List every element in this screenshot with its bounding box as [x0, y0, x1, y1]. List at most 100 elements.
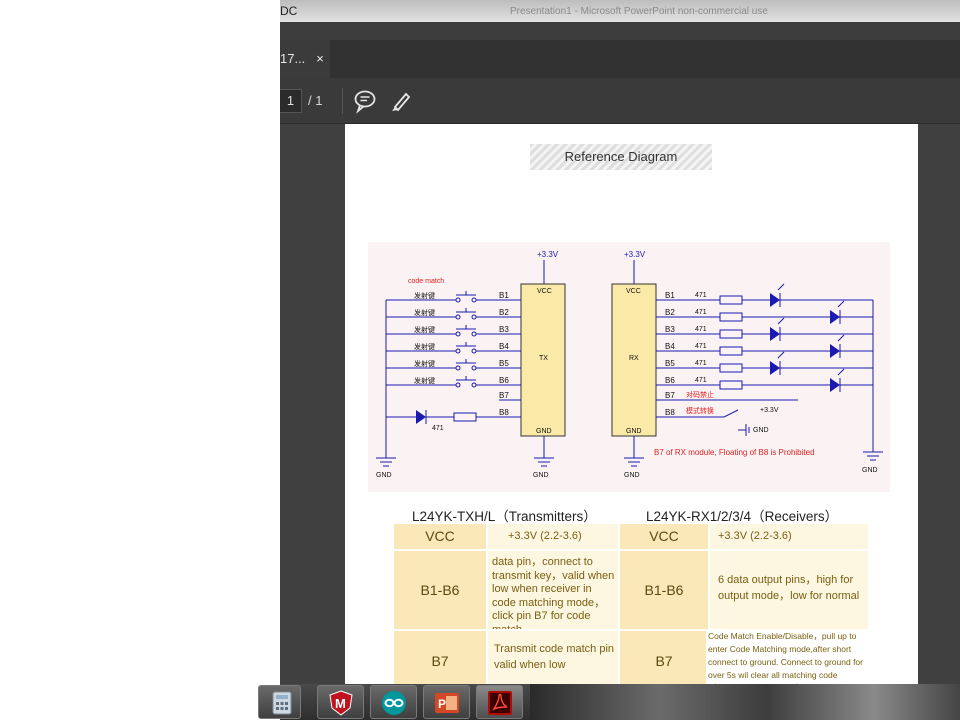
rx-output-row: B6 471	[656, 368, 873, 392]
toolbar-divider	[342, 88, 343, 114]
tx-key-b7: B7	[394, 631, 486, 684]
rx-ground: GND	[624, 472, 640, 479]
mcafee-taskbar-button[interactable]: M	[317, 685, 364, 719]
switch-contact-icon	[471, 314, 477, 320]
rx-pin-b8: B8	[665, 408, 675, 417]
rx-chip-label: RX	[629, 355, 639, 362]
windows-taskbar: M P	[258, 684, 960, 720]
page-total: / 1	[308, 93, 323, 108]
tx-pin-label: B2	[499, 308, 509, 317]
rx-key-vcc: VCC	[620, 524, 708, 549]
resistor-icon	[719, 329, 743, 339]
resistor-icon	[719, 363, 743, 373]
switch-ground: GND	[753, 427, 769, 434]
acrobat-icon	[488, 691, 512, 715]
switch-contact-icon	[471, 382, 477, 388]
rx-output-row: B2 471	[656, 300, 873, 324]
tx-vcc-supply: +3.3V	[537, 250, 559, 259]
tx-chip-label: TX	[539, 355, 548, 362]
tx-key-label: 发射键	[414, 376, 435, 385]
page-number-input[interactable]: 1	[280, 89, 302, 113]
rx-pin-b7: B7	[665, 391, 675, 400]
rx-right-ground: GND	[862, 467, 878, 474]
pdf-page: Reference Diagram +3.3V VCC TX GND GND c…	[345, 124, 918, 684]
tab-bar: 17... ×	[280, 40, 960, 78]
reference-diagram-label: Reference Diagram	[530, 144, 712, 170]
tx-pin-label: B6	[499, 376, 509, 385]
tx-key-label: 发射键	[414, 308, 435, 317]
tx-key-row: 发射键 B3	[386, 325, 521, 337]
tx-key-row: 发射键 B2	[386, 308, 521, 320]
tx-val-b1b6: data pin，connect to transmit key，valid w…	[488, 551, 618, 629]
tx-key-switches: 发射键 B1 发射键 B2 发射键 B3 发射键 B4 发射键 B5 发射键 B6	[385, 291, 521, 388]
led-icon	[830, 344, 840, 358]
rx-b8-note: 模式转换	[686, 406, 714, 415]
tx-key-label: 发射键	[414, 291, 435, 300]
led-icon	[770, 361, 780, 375]
tx-pin-label: B5	[499, 359, 509, 368]
document-tab[interactable]: 17... ×	[280, 40, 330, 78]
rx-resistor-label: 471	[695, 343, 707, 350]
desktop-background	[530, 684, 960, 720]
switch-contact-icon	[471, 331, 477, 337]
rx-vcc-supply: +3.3V	[624, 250, 646, 259]
mode-switch-icon	[723, 409, 739, 418]
rx-led-outputs: B1 471 B2 471 B3 471 B4 471 B5 471 B6 471	[656, 283, 873, 392]
switch-contact-icon	[455, 348, 461, 354]
code-match-annotation: code match	[408, 278, 444, 285]
rx-resistor-label: 471	[695, 326, 707, 333]
switch-contact-icon	[455, 331, 461, 337]
switch-contact-icon	[455, 297, 461, 303]
tx-key-row: 发射键 B5	[386, 359, 521, 371]
powerpoint-taskbar-button[interactable]: P	[423, 685, 470, 719]
rx-val-vcc: +3.3V (2.2-3.6)	[710, 524, 868, 549]
document-tab-label: 17...	[280, 51, 306, 66]
tx-left-ground: GND	[376, 472, 392, 479]
tx-key-row: 发射键 B4	[386, 342, 521, 354]
rx-pin-label: B2	[665, 308, 675, 317]
led-icon	[830, 378, 840, 392]
calculator-taskbar-button[interactable]	[258, 685, 301, 719]
rx-pin-label: B5	[665, 359, 675, 368]
switch-supply: +3.3V	[760, 407, 779, 414]
tx-key-row: 发射键 B1	[386, 291, 521, 303]
pdf-toolbar: 1 / 1	[280, 78, 960, 124]
left-blank-margin	[0, 0, 280, 720]
arduino-icon	[382, 691, 406, 715]
switch-contact-icon	[455, 382, 461, 388]
resistor-icon	[719, 380, 743, 390]
arduino-taskbar-button[interactable]	[370, 685, 417, 719]
rx-resistor-label: 471	[695, 377, 707, 384]
tx-key-label: 发射键	[414, 359, 435, 368]
rx-pin-label: B1	[665, 291, 675, 300]
tx-pin-label: B3	[499, 325, 509, 334]
tx-key-label: 发射键	[414, 342, 435, 351]
switch-contact-icon	[455, 365, 461, 371]
background-window-title: Presentation1 - Microsoft PowerPoint non…	[510, 6, 768, 17]
tx-pin-label: B1	[499, 291, 509, 300]
rx-output-row: B1 471	[656, 283, 873, 307]
close-icon[interactable]: ×	[313, 40, 327, 78]
rx-pin-label: B4	[665, 342, 675, 351]
rx-resistor-label: 471	[695, 309, 707, 316]
tx-key-row: 发射键 B6	[386, 376, 521, 388]
rx-gnd-pin: GND	[626, 428, 642, 435]
rx-pin-label: B3	[665, 325, 675, 334]
tx-pin-b8: B8	[499, 408, 509, 417]
comment-icon[interactable]	[352, 88, 378, 114]
calculator-icon	[272, 691, 292, 715]
tx-key-vcc: VCC	[394, 524, 486, 549]
acrobat-taskbar-button[interactable]	[476, 685, 523, 719]
led-icon	[770, 327, 780, 341]
tx-gnd-pin: GND	[536, 428, 552, 435]
rx-resistor-label: 471	[695, 360, 707, 367]
tx-pin-b7: B7	[499, 391, 509, 400]
led-icon	[770, 293, 780, 307]
tx-pin-label: B4	[499, 342, 509, 351]
rx-table-title: L24YK-RX1/2/3/4（Receivers）	[646, 509, 839, 524]
switch-contact-icon	[471, 297, 477, 303]
rx-warning: B7 of RX module, Floating of B8 is Prohi…	[654, 448, 815, 457]
tx-led-resistor: 471	[432, 425, 444, 432]
highlight-pen-icon[interactable]	[388, 88, 414, 114]
tx-key-b1b6: B1-B6	[394, 551, 486, 629]
